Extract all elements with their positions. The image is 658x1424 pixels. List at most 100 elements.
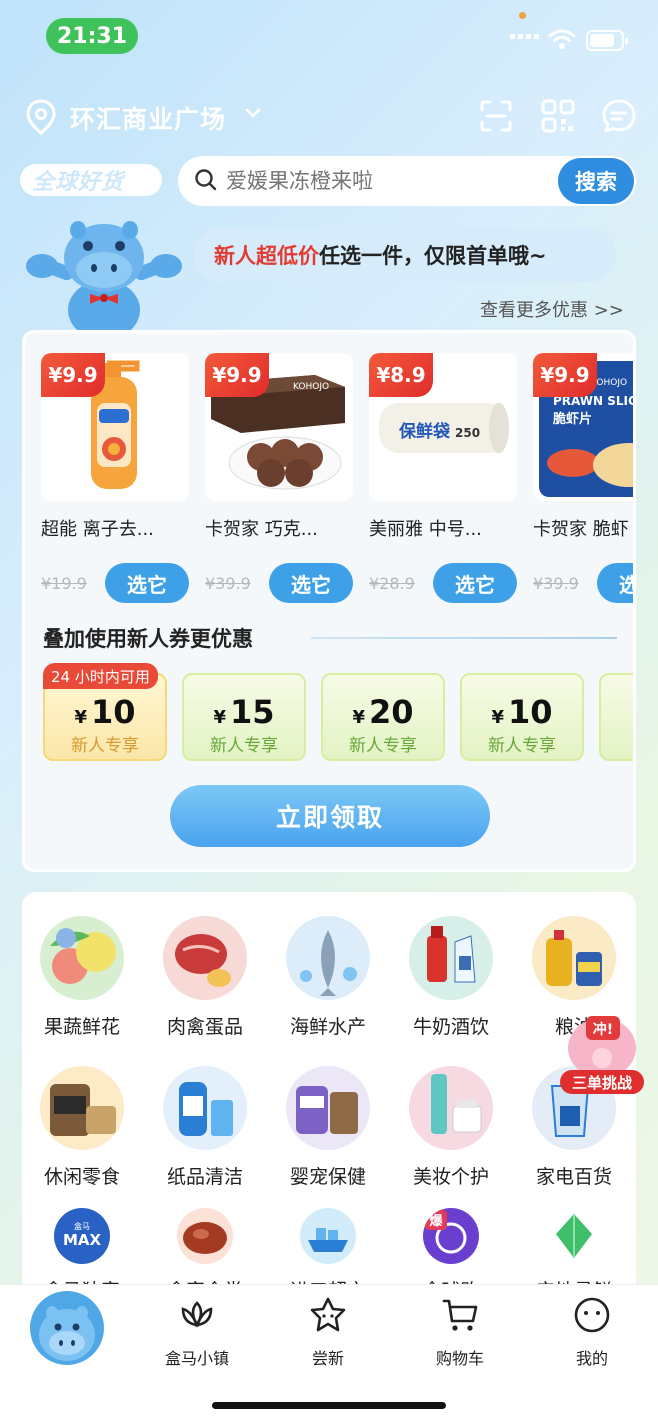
star-face-icon [310,1297,346,1332]
category-fruits-veg[interactable]: 果蔬鲜花 [32,916,132,1039]
location-name[interactable]: 环汇商业广场 [70,100,226,136]
coupon-time-tag: 24 小时内可用 [43,663,158,689]
tab-label: 购物车 [435,1349,484,1368]
tab-cart[interactable]: 购物车 [410,1295,510,1369]
home-mascot-tab[interactable] [30,1291,104,1365]
toothpaste-icon [409,1066,493,1150]
category-label: 纸品清洁 [166,1166,243,1188]
formula-can-icon [286,1066,370,1150]
promo-text: 任选一件，仅限首单哦~ [319,244,547,268]
category-beauty-care[interactable]: 美妆个护 [401,1066,501,1189]
search-icon [195,169,217,191]
three-order-challenge-badge[interactable]: 冲! 三单挑战 [556,1010,648,1096]
product-image-detergent[interactable]: ¥9.9 [41,353,189,501]
tab-mine[interactable]: 我的 [542,1295,642,1369]
claim-now-button[interactable]: 立即领取 [170,785,490,847]
coupon-amount: 15 [230,693,275,731]
coupon-card[interactable]: ¥10 新人专享 [460,673,584,761]
home-indicator [212,1402,446,1409]
privacy-indicator [519,12,526,19]
choose-button[interactable]: 选它 [105,563,189,603]
leaf-gem-icon [546,1208,602,1264]
price-tag: ¥9.9 [533,353,597,397]
hippo-home-icon [39,1306,95,1361]
challenge-top-text: 冲! [593,1021,613,1038]
choose-button[interactable]: 选它 [269,563,353,603]
new-user-deals-panel: ¥9.9 超能 离子去... ¥19.9 选它 KOHOJO ¥9.9 卡贺家 … [22,330,636,872]
tab-try-new[interactable]: 尝新 [278,1295,378,1369]
category-snacks[interactable]: 休闲零食 [32,1066,132,1189]
max-top-text: 盒马 [74,1221,90,1231]
promo-highlight: 新人超低价 [214,244,319,268]
currency-symbol: ¥ [213,707,226,728]
product-image-food-bags[interactable]: 保鲜袋 250 ¥8.9 [369,353,517,501]
product-image-cookies[interactable]: KOHOJO ¥9.9 [205,353,353,501]
snack-jar-icon [40,1066,124,1150]
tab-hema-town[interactable]: 盒马小镇 [147,1295,247,1369]
coupon-card[interactable]: 24 小时内可用 ¥10 新人专享 [43,663,167,761]
original-price: ¥39.9 [205,573,251,593]
product-card[interactable]: KOHOJO PRAWN SLICES 脆虾片 ¥9.9 卡贺家 脆虾 ¥39.… [533,353,633,603]
category-grid: 果蔬鲜花 肉禽蛋品 海鲜水产 牛奶酒饮 粮油 休闲零食 纸品清洁 婴宠保健 美妆… [22,892,636,1312]
meat-icon [163,916,247,1000]
product-name: 超能 离子去... [41,519,154,540]
tab-label: 我的 [575,1349,608,1368]
search-button[interactable]: 搜索 [558,158,634,204]
box-brand: KOHOJO [293,382,329,392]
product-name: 卡贺家 巧克... [205,519,318,540]
coupon-card[interactable]: ¥ 新 [599,673,633,761]
coupon-card[interactable]: ¥15 新人专享 [182,673,306,761]
category-label: 美妆个护 [412,1166,489,1188]
chevron-down-icon[interactable] [244,106,262,120]
category-baby-pet-health[interactable]: 婴宠保健 [278,1066,378,1189]
choose-button[interactable]: 选它 [597,563,633,603]
qrcode-icon[interactable] [540,98,576,134]
message-icon[interactable] [601,98,637,134]
scan-icon[interactable] [478,98,514,134]
fish-icon [286,916,370,1000]
cart-icon [442,1299,478,1331]
new-user-promo-bubble: 新人超低价 任选一件，仅限首单哦~ [194,228,616,282]
coupon-card[interactable]: ¥20 新人专享 [321,673,445,761]
category-milk-drinks[interactable]: 牛奶酒饮 [401,916,501,1039]
product-card[interactable]: KOHOJO ¥9.9 卡贺家 巧克... ¥39.9 选它 [205,353,353,603]
see-more-deals-link[interactable]: 查看更多优惠 >> [480,296,624,322]
cargo-ship-icon [300,1208,356,1264]
coupon-label: 新人专享 [210,736,278,756]
hippo-mascot-icon [26,221,182,334]
product-name: 美丽雅 中号... [369,519,482,540]
coupon-label: 新人专享 [488,736,556,756]
category-label: 海鲜水产 [289,1016,366,1038]
choose-button[interactable]: 选它 [433,563,517,603]
original-price: ¥39.9 [533,573,579,593]
currency-symbol: ¥ [491,707,504,728]
location-pin-icon[interactable] [24,98,58,136]
category-label: 婴宠保健 [289,1166,366,1188]
challenge-label: 三单挑战 [572,1074,632,1092]
category-meat-eggs[interactable]: 肉禽蛋品 [155,916,255,1039]
cleaning-bottle-icon [163,1066,247,1150]
original-price: ¥19.9 [41,573,87,593]
price-tag: ¥9.9 [41,353,105,397]
roll-count: 250 [455,426,480,440]
bag-chinese-name: 脆虾片 [552,411,592,427]
category-label: 牛奶酒饮 [412,1016,489,1038]
category-label: 家电百货 [535,1166,612,1188]
price-tag: ¥9.9 [205,353,269,397]
wifi-icon [548,29,576,49]
milk-bottle-icon [409,916,493,1000]
category-paper-cleaning[interactable]: 纸品清洁 [155,1066,255,1189]
category-seafood[interactable]: 海鲜水产 [278,916,378,1039]
search-input[interactable] [226,163,546,199]
global-goods-badge[interactable]: 全球好货 [20,164,162,196]
fruit-veg-icon [40,916,124,1000]
product-card[interactable]: 保鲜袋 250 ¥8.9 美丽雅 中号... ¥28.9 选它 [369,353,517,603]
category-label: 肉禽蛋品 [166,1016,243,1038]
product-image-prawn-slices[interactable]: KOHOJO PRAWN SLICES 脆虾片 ¥9.9 [533,353,633,501]
global-buy-icon: 爆 [423,1208,479,1264]
product-card[interactable]: ¥9.9 超能 离子去... ¥19.9 选它 [41,353,189,603]
coupon-section-title: 叠加使用新人券更优惠 [43,627,253,651]
max-text: MAX [63,1231,102,1249]
coupon-amount: 10 [91,693,136,731]
battery-icon [586,30,628,51]
